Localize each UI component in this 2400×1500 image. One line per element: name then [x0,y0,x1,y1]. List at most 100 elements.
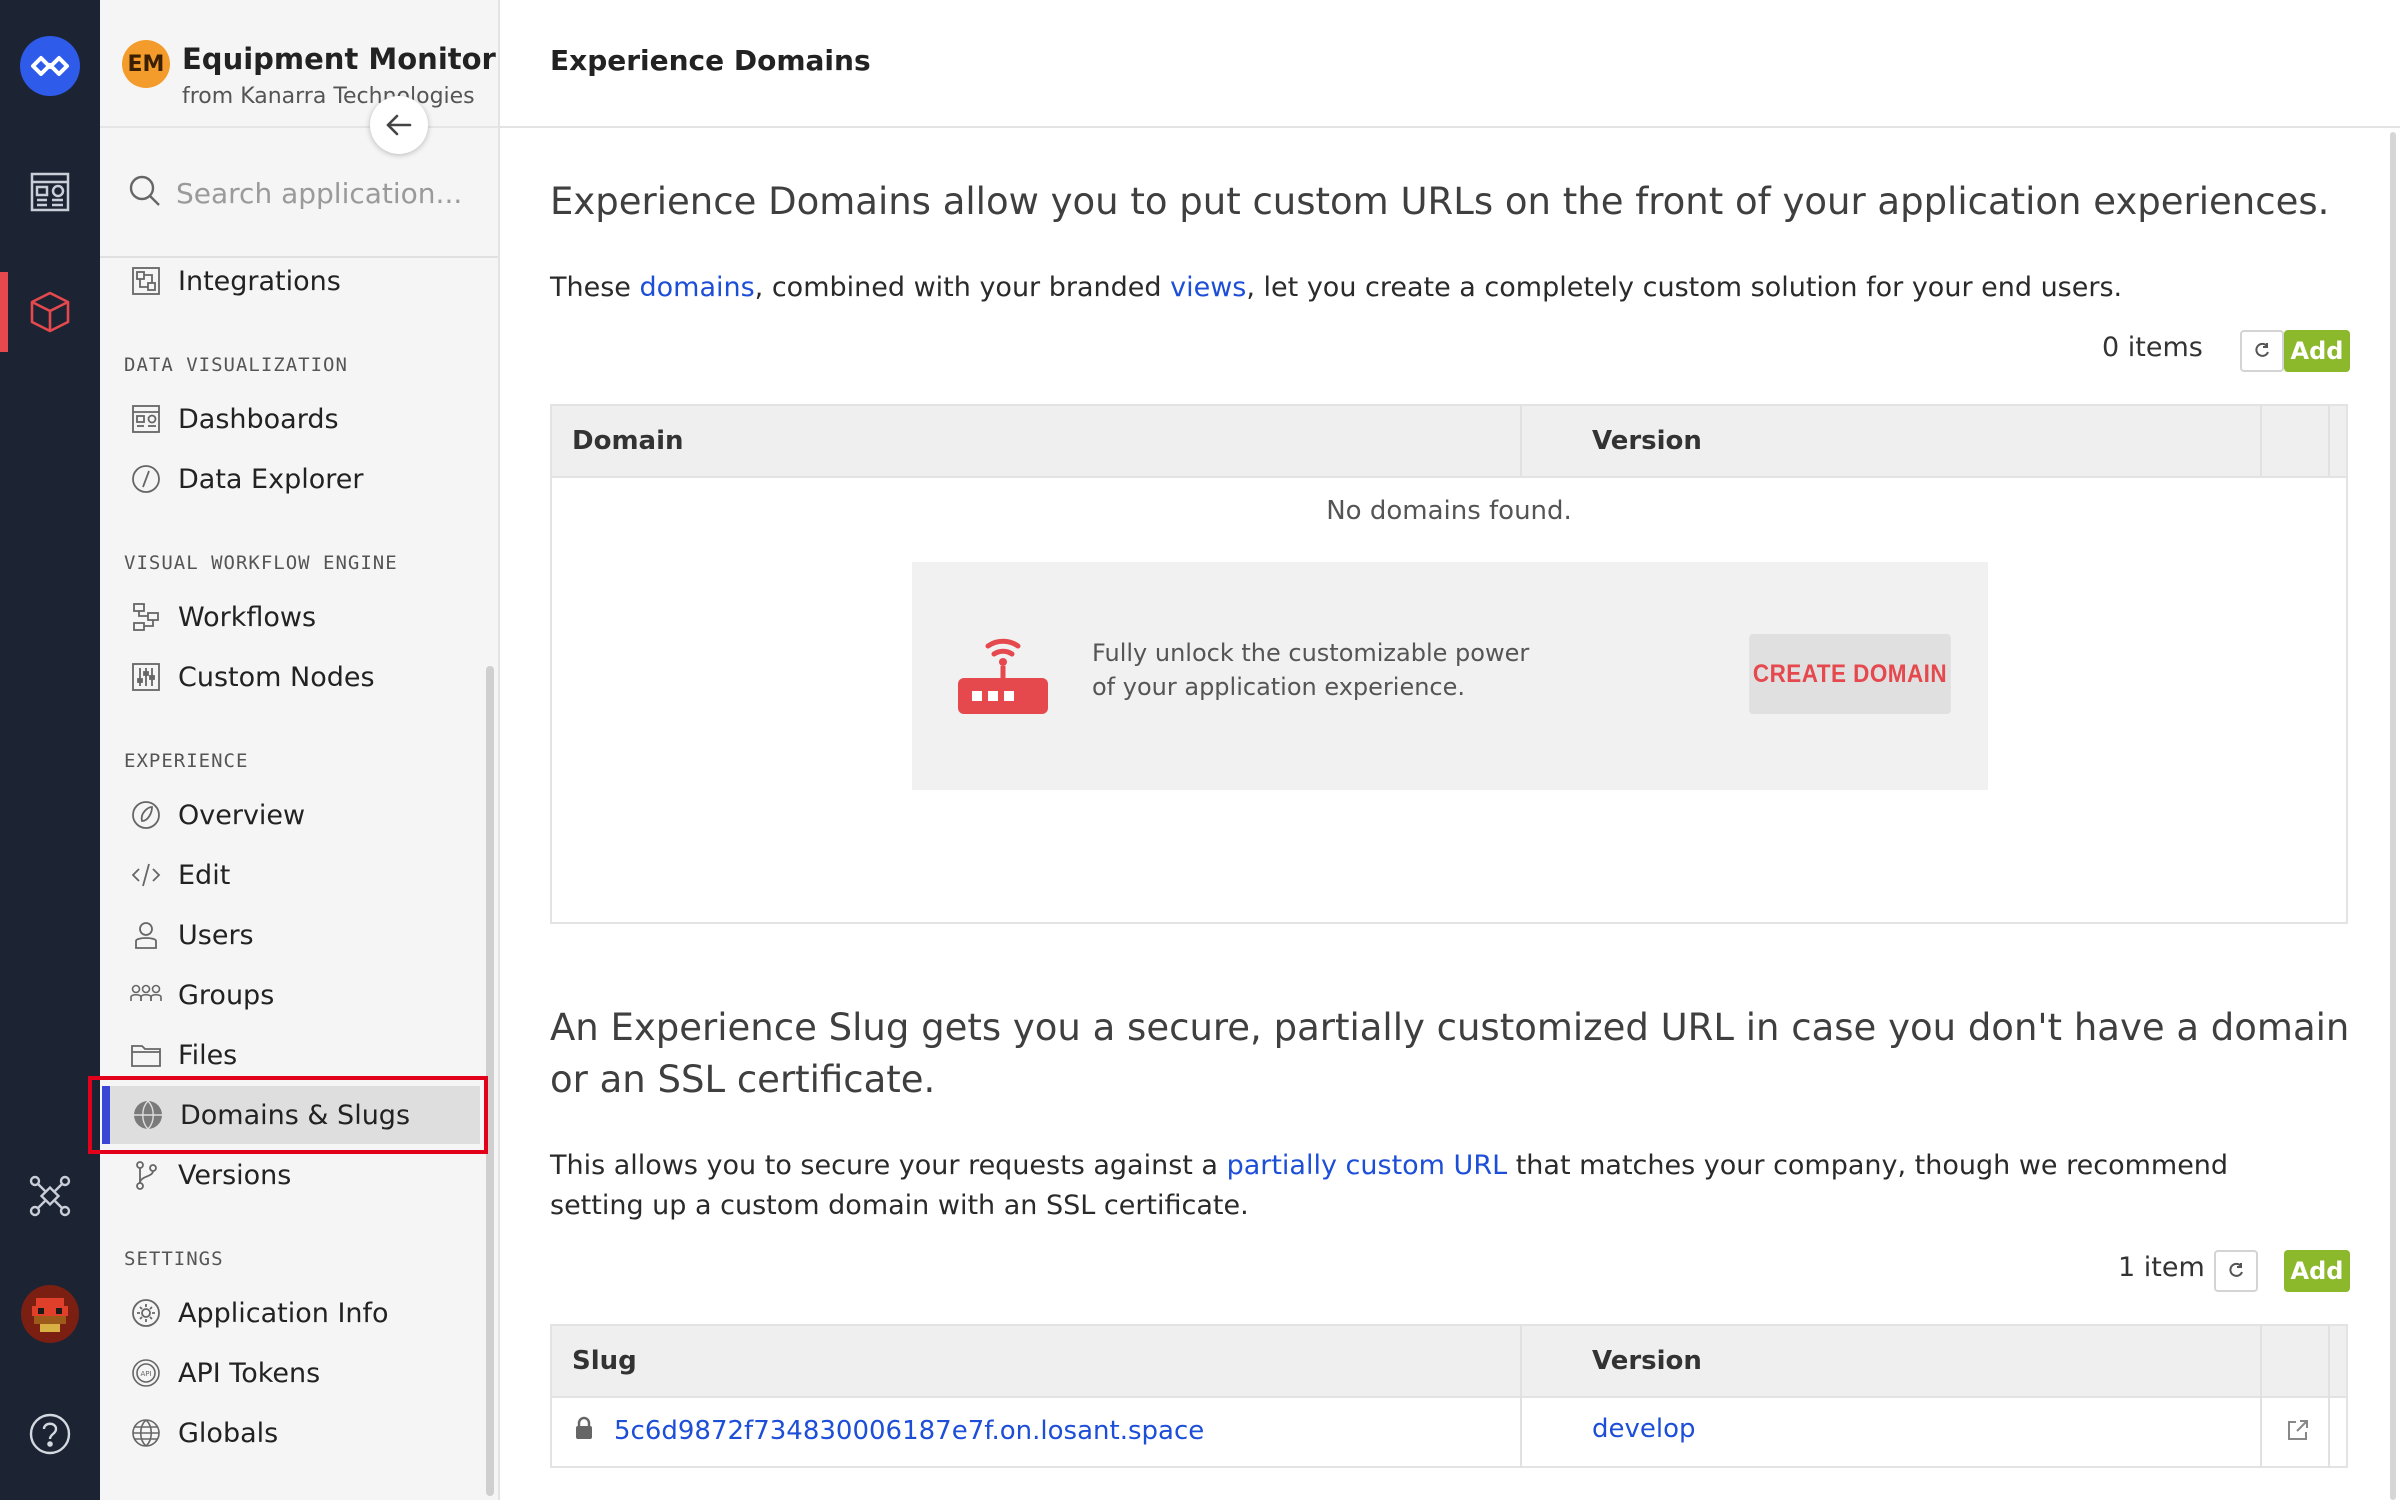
sidebar-item-label: Workflows [178,602,317,633]
sidebar-item-label: Users [178,920,254,951]
www-globe-icon [134,1100,162,1130]
views-docs-link[interactable]: views [1170,272,1246,303]
domains-table-header: Domain Version [552,406,2346,478]
sidebar-item-label: Dashboards [178,404,339,435]
sidebar-item-dashboards[interactable]: Dashboards [100,390,482,448]
arrow-left-icon [386,114,412,136]
sidebar-item-label: Files [178,1040,238,1071]
slugs-count: 1 item [2118,1252,2205,1283]
sidebar-item-label: Versions [178,1160,292,1191]
column-header-version[interactable]: Version [1592,1346,1702,1376]
domains-count: 0 items [2102,332,2203,363]
sidebar-item-application-info[interactable]: Application Info [100,1284,482,1342]
slugs-add-button[interactable]: Add [2284,1250,2350,1292]
sidebar-item-overview[interactable]: Overview [100,786,482,844]
domains-desc-prefix: These [550,272,640,303]
help-icon [29,1413,71,1455]
column-divider [2328,1396,2330,1468]
rail-user-avatar-button[interactable] [0,1274,100,1354]
column-divider [2328,1326,2330,1396]
main-content: Experience Domains Experience Domains al… [500,0,2400,1500]
domains-docs-link[interactable]: domains [639,272,754,303]
rail-applications-button[interactable] [0,272,100,352]
table-row: 5c6d9872f734830006187e7f.on.losant.space… [552,1396,2346,1468]
domains-lead: Experience Domains allow you to put cust… [550,180,2330,223]
section-label-experience: EXPERIENCE [124,750,249,772]
svg-text:API: API [140,1370,151,1378]
sidebar-item-workflows[interactable]: Workflows [100,588,482,646]
losant-logo-button[interactable] [0,26,100,106]
slugs-desc-prefix: This allows you to secure your requests … [550,1150,1227,1181]
search-icon [129,175,160,206]
open-slug-button[interactable] [2280,1412,2316,1448]
sidebar-item-label: Data Explorer [178,464,364,495]
domains-add-button[interactable]: Add [2284,330,2350,372]
sidebar-scrollbar[interactable] [486,666,494,1496]
column-header-version[interactable]: Version [1592,426,1702,456]
page-title: Experience Domains [550,44,871,77]
slug-url-link[interactable]: 5c6d9872f734830006187e7f.on.losant.space [614,1416,1204,1446]
active-item-indicator [102,1086,110,1144]
domains-refresh-button[interactable] [2240,330,2284,372]
sidebar-item-data-explorer[interactable]: Data Explorer [100,450,482,508]
code-edit-icon [131,863,161,887]
rail-edge-button[interactable] [0,1156,100,1236]
rail-help-button[interactable] [0,1394,100,1474]
column-header-domain[interactable]: Domain [572,426,684,456]
group-icon [130,984,162,1001]
partially-custom-url-link[interactable]: partially custom URL [1227,1150,1508,1181]
collapse-sidebar-button[interactable] [370,96,428,154]
refresh-icon [2255,342,2269,357]
api-token-icon: API [132,1359,160,1387]
refresh-icon [2229,1262,2243,1277]
globe-icon [132,1419,160,1447]
integrations-icon [132,267,160,295]
rail-dashboards-button[interactable] [0,152,100,232]
sliders-icon [132,663,160,691]
main-scrollbar[interactable] [2390,132,2396,1500]
losant-logo-icon [20,36,80,96]
create-domain-button[interactable]: CREATE DOMAIN [1749,634,1951,714]
sidebar-item-versions[interactable]: Versions [100,1146,482,1204]
lock-icon [576,1416,592,1439]
user-icon [135,922,157,949]
sidebar-item-integrations[interactable]: Integrations [100,252,482,310]
slugs-table: Slug Version 5c6d9872f734830006187e7f.on… [550,1324,2348,1468]
section-label-settings: SETTINGS [124,1248,224,1270]
domains-desc-suffix: , let you create a completely custom sol… [1246,272,2123,303]
sidebar-item-domains-slugs[interactable]: Domains & Slugs [102,1086,480,1144]
compass-icon [132,465,160,493]
section-label-visual-workflow-engine: VISUAL WORKFLOW ENGINE [124,552,398,574]
sidebar-item-label: Overview [178,800,306,831]
app-organization: from Kanarra Technologies [182,84,475,109]
slugs-refresh-button[interactable] [2214,1250,2258,1292]
section-label-data-visualization: DATA VISUALIZATION [124,354,348,376]
applications-cube-icon [30,291,70,333]
folder-icon [131,1045,161,1067]
edge-devices-icon [29,1175,71,1217]
app-sidebar: EM Equipment Monitor from Kanarra Techno… [100,0,500,1500]
sidebar-item-edit[interactable]: Edit [100,846,482,904]
promo-text: Fully unlock the customizable power of y… [1092,639,1530,701]
app-name[interactable]: Equipment Monitor [182,42,496,76]
sidebar-item-custom-nodes[interactable]: Custom Nodes [100,648,482,706]
column-divider [1520,406,1522,476]
sidebar-item-label: API Tokens [178,1358,321,1389]
slug-version-link[interactable]: develop [1592,1414,1696,1444]
search-input[interactable] [174,168,478,218]
column-divider [2260,406,2262,476]
sidebar-item-groups[interactable]: Groups [100,966,482,1024]
dashboards-icon [132,405,160,433]
sidebar-item-globals[interactable]: Globals [100,1404,482,1462]
sidebar-item-api-tokens[interactable]: API API Tokens [100,1344,482,1402]
app-avatar[interactable]: EM [122,40,170,88]
column-header-slug[interactable]: Slug [572,1346,637,1376]
sidebar-item-label: Globals [178,1418,279,1449]
sidebar-item-files[interactable]: Files [100,1026,482,1084]
sidebar-item-label: Domains & Slugs [180,1100,411,1131]
domains-desc-middle: , combined with your branded [754,272,1171,303]
domains-empty-message: No domains found. [1326,496,1572,526]
create-domain-promo: Fully unlock the customizable power of y… [912,562,1988,790]
external-link-icon [2288,1420,2308,1440]
sidebar-item-users[interactable]: Users [100,906,482,964]
